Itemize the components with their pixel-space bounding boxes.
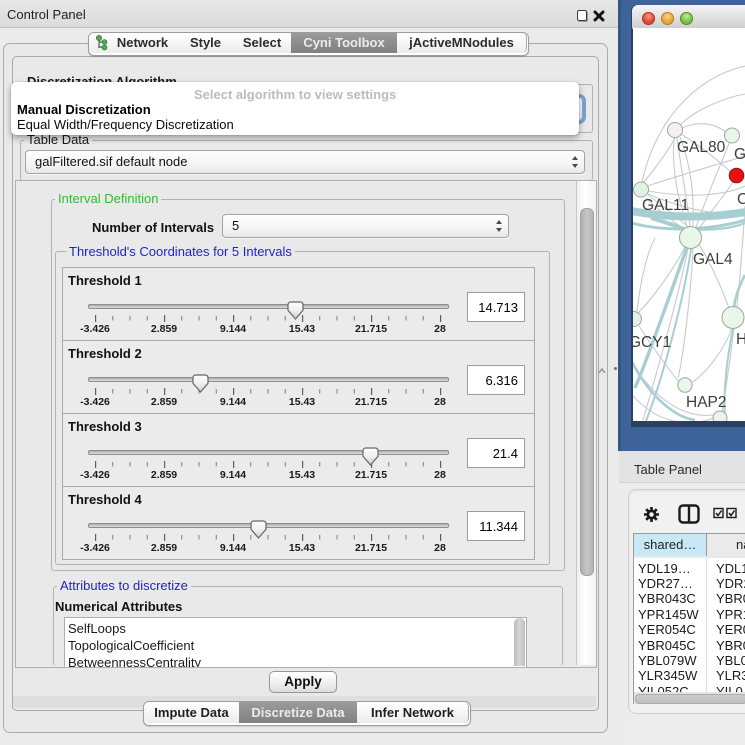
svg-text:HAP2: HAP2 xyxy=(686,394,727,411)
svg-text:H: H xyxy=(736,331,745,348)
svg-text:GCY1: GCY1 xyxy=(633,334,671,351)
svg-text:GAL80: GAL80 xyxy=(677,139,726,156)
svg-text:GAL4: GAL4 xyxy=(693,251,733,268)
svg-text:C: C xyxy=(737,191,745,208)
svg-text:GAL11: GAL11 xyxy=(642,197,689,214)
svg-text:GA: GA xyxy=(734,146,745,163)
